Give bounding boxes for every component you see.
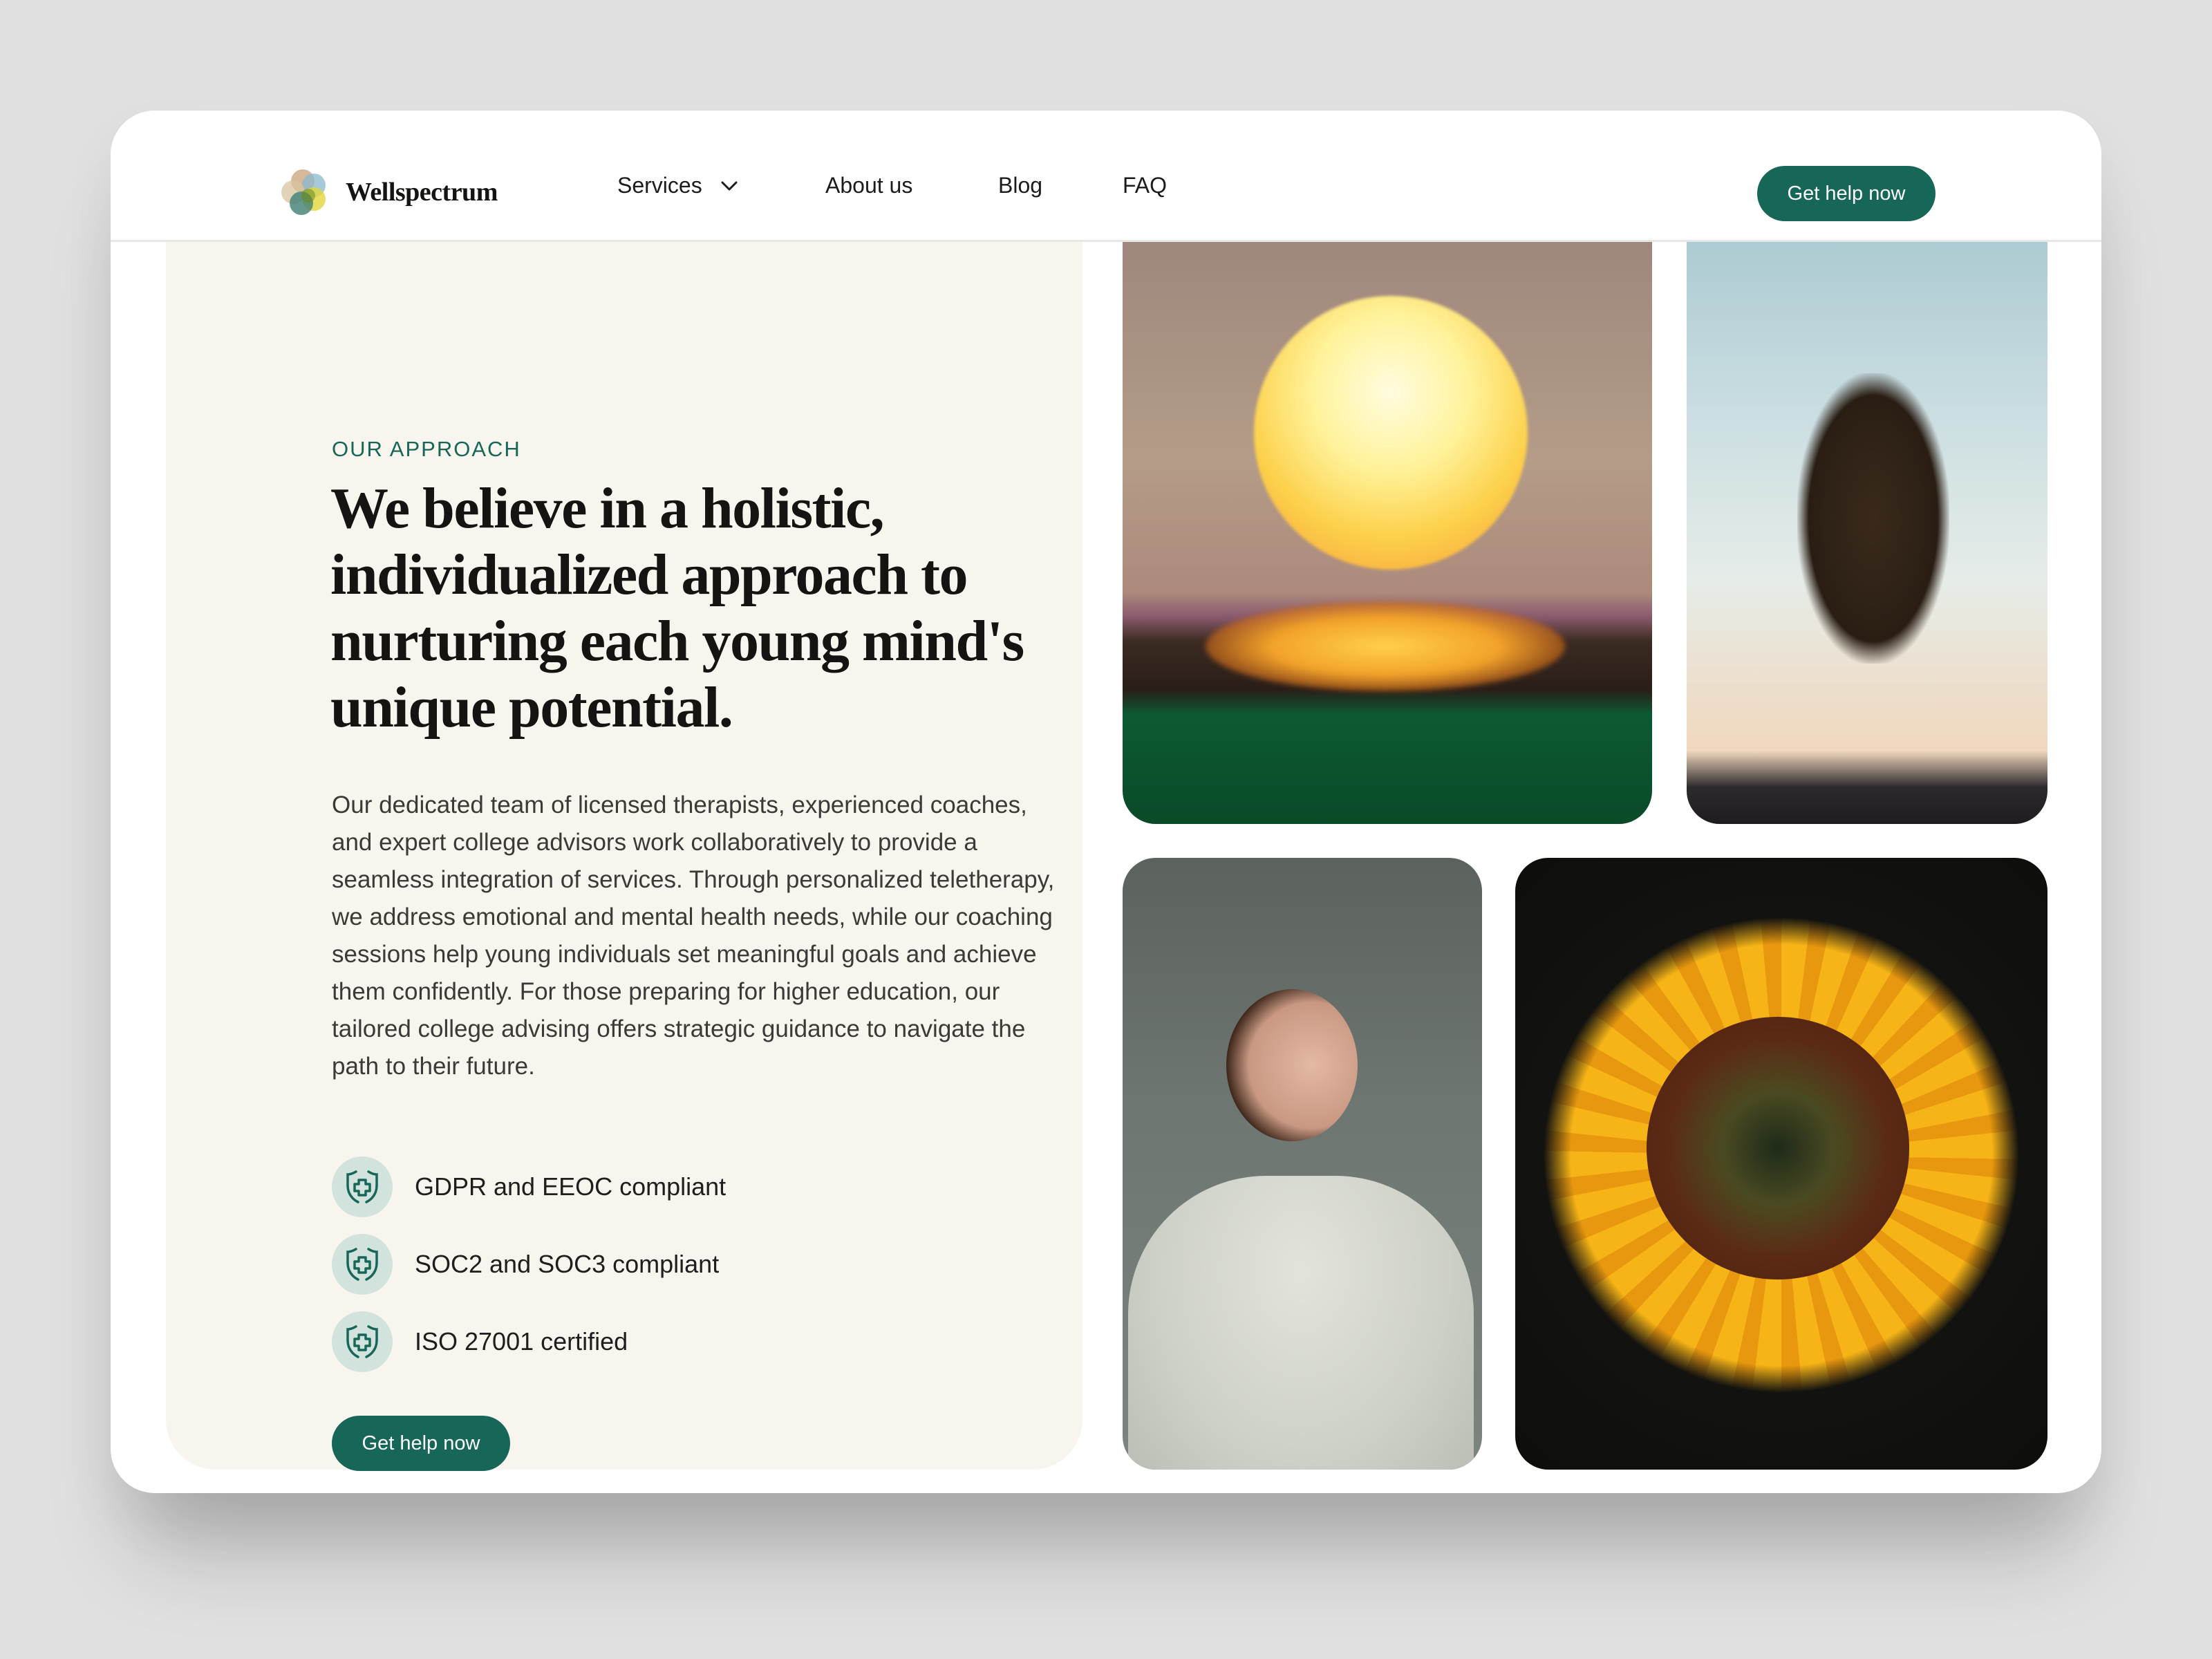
compliance-label: SOC2 and SOC3 compliant — [415, 1250, 720, 1278]
sunflower-center — [1647, 1017, 1909, 1280]
get-help-button[interactable]: Get help now — [332, 1416, 510, 1471]
hoodie-shape — [1128, 1176, 1474, 1470]
nav-services-label: Services — [617, 173, 702, 198]
shield-plus-icon — [332, 1311, 393, 1372]
nav-about-us[interactable]: About us — [825, 173, 912, 198]
compliance-list: GDPR and EEOC compliant SOC2 and SOC3 co… — [332, 1156, 726, 1389]
section-eyebrow: OUR APPROACH — [332, 437, 521, 461]
compliance-label: ISO 27001 certified — [415, 1327, 628, 1356]
page-card: Wellspectrum Services About us Blog FAQ … — [111, 111, 2101, 1493]
header-get-help-button[interactable]: Get help now — [1757, 166, 1936, 221]
logo-icon — [281, 169, 326, 215]
shield-plus-icon — [332, 1156, 393, 1217]
photo-jumping-woman — [1687, 214, 2047, 824]
nav-services[interactable]: Services — [617, 173, 738, 198]
compliance-item: ISO 27001 certified — [332, 1311, 726, 1372]
chevron-down-icon — [721, 181, 738, 190]
jumper-silhouette — [1797, 373, 1949, 664]
sun-shape — [1254, 296, 1528, 570]
photo-young-man — [1123, 858, 1482, 1470]
nav-blog[interactable]: Blog — [998, 173, 1042, 198]
section-body: Our dedicated team of licensed therapist… — [332, 791, 1055, 1080]
sun-reflection — [1206, 601, 1565, 691]
brand-name: Wellspectrum — [346, 178, 498, 207]
nav-faq[interactable]: FAQ — [1123, 173, 1167, 198]
compliance-label: GDPR and EEOC compliant — [415, 1172, 727, 1201]
site-header: Wellspectrum Services About us Blog FAQ … — [111, 111, 2101, 242]
photo-sunset — [1123, 214, 1652, 824]
shield-plus-icon — [332, 1234, 393, 1295]
brand-logo[interactable]: Wellspectrum — [276, 165, 498, 220]
section-heading: We believe in a holistic, individualized… — [330, 476, 1024, 740]
photo-sunflower — [1515, 858, 2047, 1470]
compliance-item: GDPR and EEOC compliant — [332, 1156, 726, 1217]
head-shape — [1226, 989, 1358, 1141]
compliance-item: SOC2 and SOC3 compliant — [332, 1234, 726, 1295]
